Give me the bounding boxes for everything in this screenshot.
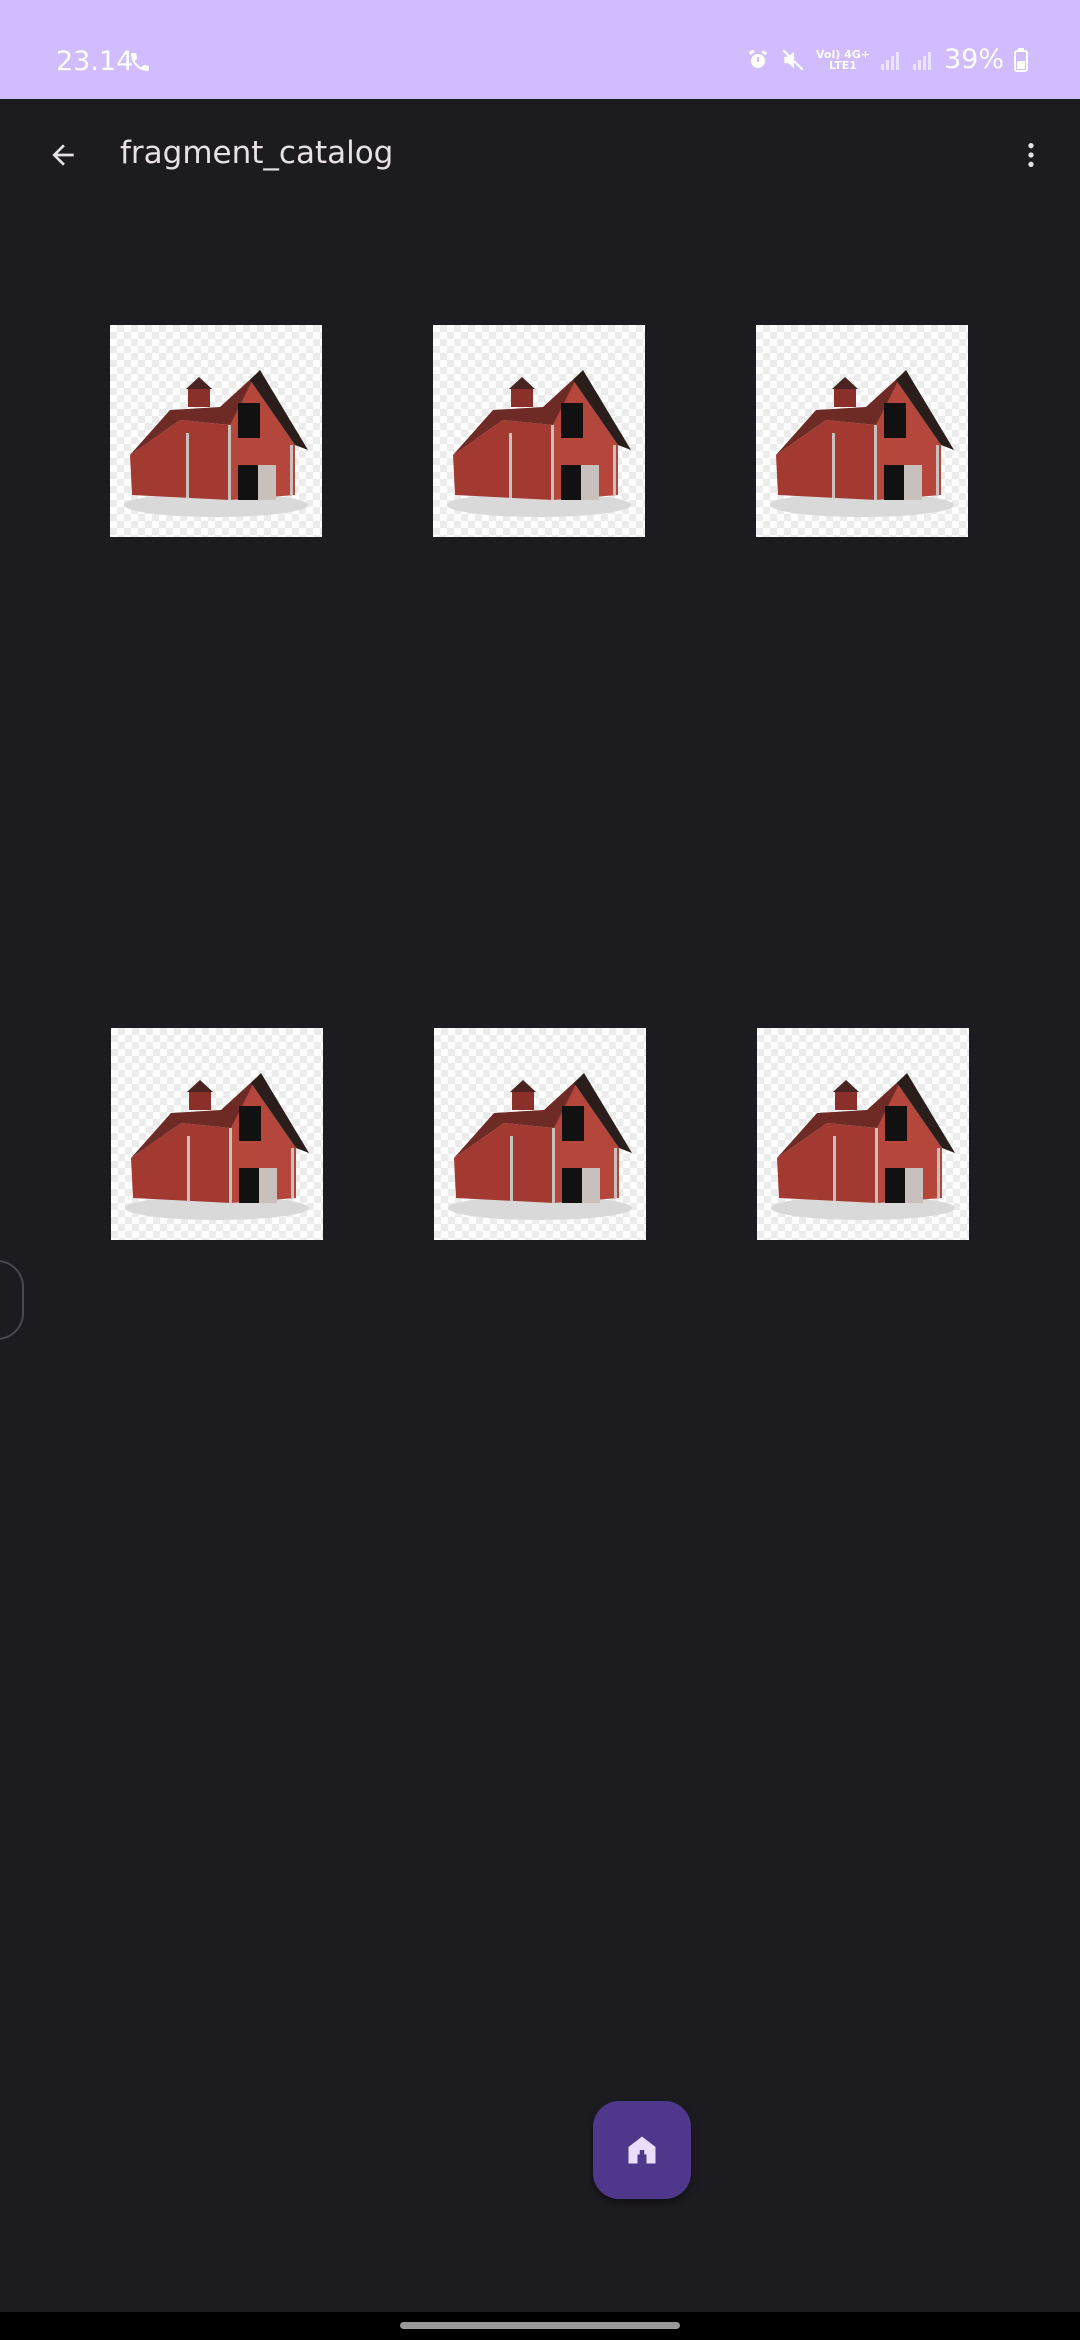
catalog-item[interactable]: [757, 1028, 969, 1240]
alarm-icon: [748, 49, 768, 68]
more-vert-icon: [1028, 143, 1034, 167]
status-bar: 23.14 Vol) 4G+ LTE1 39%: [0, 0, 1080, 99]
barn-image: [124, 370, 308, 517]
battery-percent: 39%: [943, 44, 1004, 75]
barn-image: [447, 370, 631, 517]
catalog-item[interactable]: [110, 325, 322, 537]
signal-icon-2: [912, 51, 931, 70]
battery-icon: [1014, 47, 1028, 72]
call-icon: [131, 53, 149, 71]
catalog-item[interactable]: [434, 1028, 646, 1240]
signal-icon: [880, 51, 899, 70]
back-button[interactable]: [38, 130, 88, 180]
mute-icon: [782, 48, 804, 71]
barn-image: [448, 1073, 632, 1220]
barn-image: [770, 370, 954, 517]
barn-image: [125, 1073, 309, 1220]
network-type: Vol) 4G+ LTE1: [816, 49, 870, 71]
network-top: Vol) 4G+: [815, 47, 870, 61]
overflow-menu-button[interactable]: [1006, 130, 1056, 180]
catalog-item[interactable]: [111, 1028, 323, 1240]
gesture-handle[interactable]: [400, 2322, 680, 2329]
arrow-back-icon: [52, 144, 74, 166]
home-icon: [628, 2136, 656, 2164]
barn-image: [771, 1073, 955, 1220]
status-time: 23.14: [56, 46, 134, 77]
status-icons: Vol) 4G+ LTE1 39%: [746, 44, 1028, 75]
network-bottom: LTE1: [829, 58, 857, 72]
home-fab-button[interactable]: [593, 2101, 691, 2199]
edge-panel-handle[interactable]: [0, 1260, 24, 1340]
page-title: fragment_catalog: [120, 135, 394, 171]
catalog-item[interactable]: [756, 325, 968, 537]
catalog-item[interactable]: [433, 325, 645, 537]
